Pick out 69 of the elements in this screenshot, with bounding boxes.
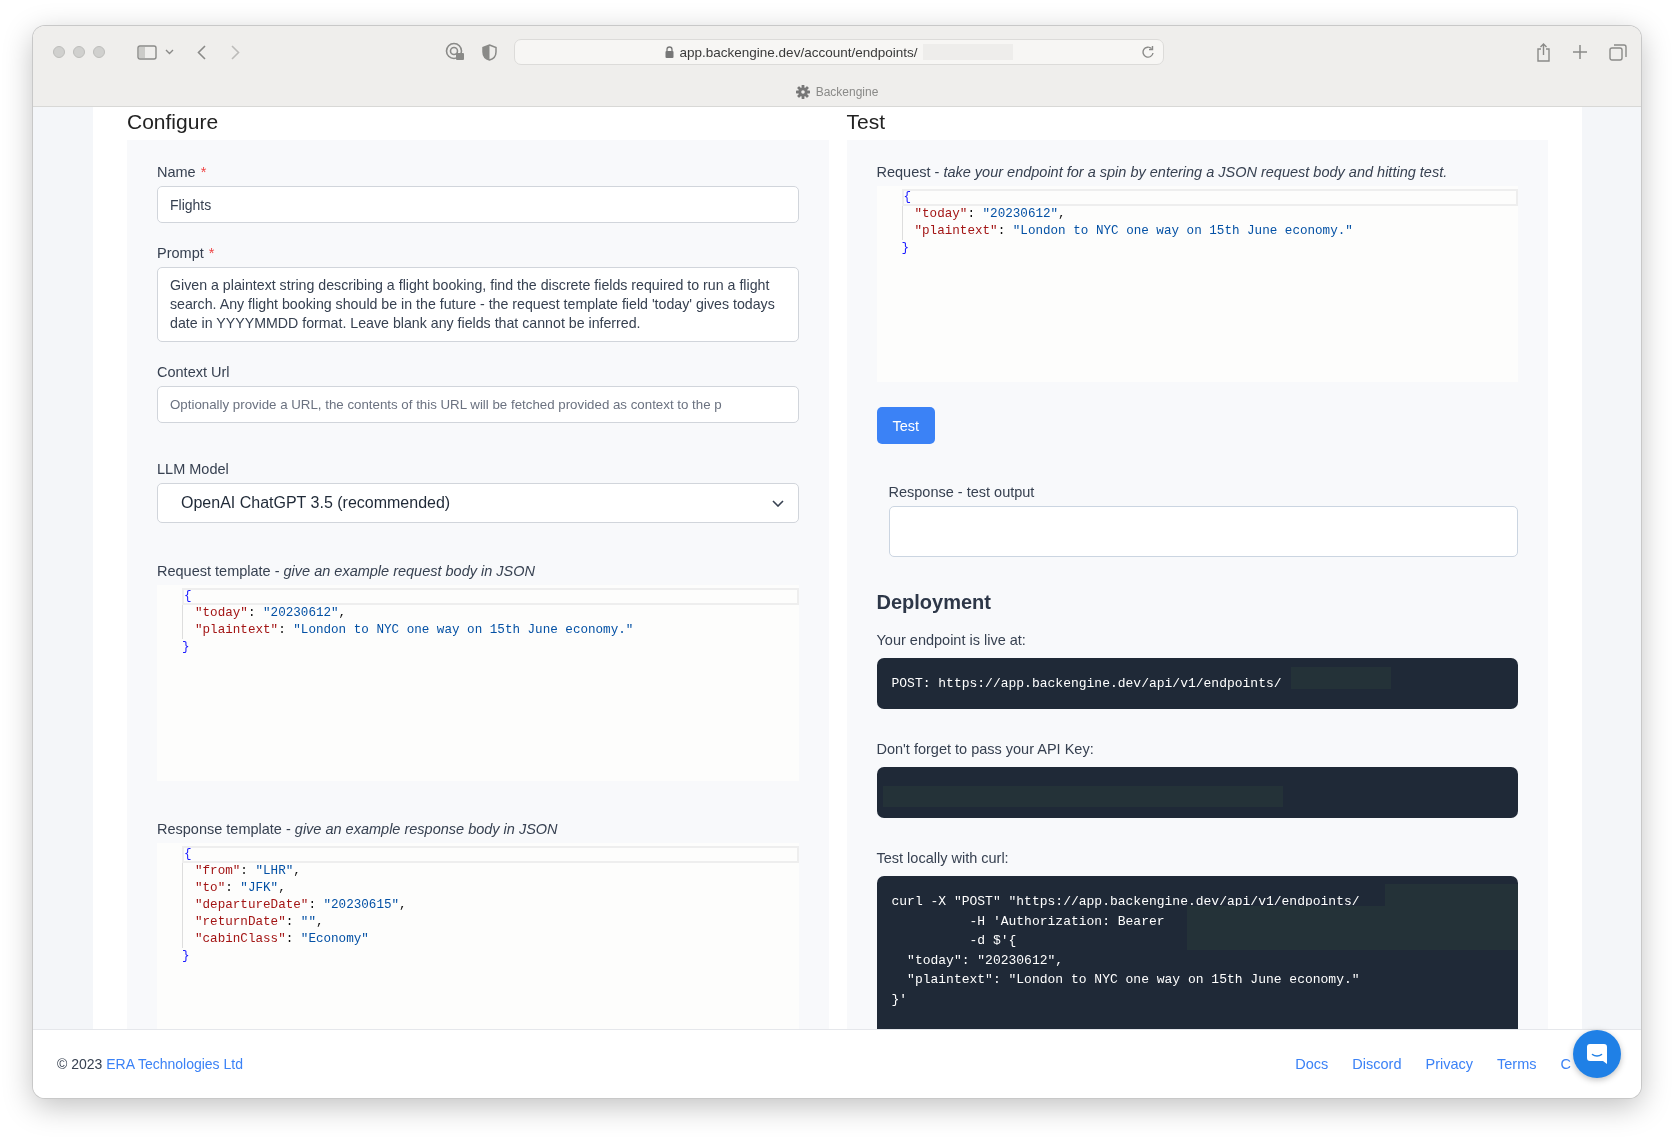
minimize-window-icon[interactable] [73,46,85,58]
code-editor[interactable]: { "today": "20230612", "plaintext": "London to NYC one way on 15th June economy." } [157,585,799,781]
chevron-down-icon [771,499,784,507]
code-line: -d $'{ [968,932,1017,950]
code-line: }' [891,990,908,1009]
response-output-field[interactable] [888,506,1518,557]
field-label: Don't forget to pass your API Key: [876,741,1095,757]
code-line: "plaintext": "London to NYC one way on 15th June economy." [906,971,1360,989]
footer-link[interactable]: Terms [1497,1056,1537,1072]
field-label: Prompt * [157,245,216,261]
section-heading: Deployment [876,591,992,614]
code-line: "today": "20230612", [182,605,799,622]
field-label: Name * [157,164,208,180]
footer-link[interactable]: Docs [1295,1056,1329,1072]
section-heading: Test [846,110,886,134]
shield-icon[interactable] [482,43,497,61]
field-label: Test locally with curl: [876,850,1010,866]
copyright-text: © 2023 ERA Technologies Ltd [57,1056,243,1072]
tabs-overview-icon[interactable] [1609,43,1627,61]
code-line: } [182,639,191,656]
code-line: } [182,948,191,965]
gear-icon [795,85,810,99]
field-label: Response template - give an example response body in JSON [157,821,559,837]
lock-icon [664,46,674,58]
context-url-field[interactable]: Optionally provide a URL, the contents of this URL will be fetched provided as context to the p [157,386,799,423]
footer-link[interactable]: C [1560,1056,1571,1072]
close-window-icon[interactable] [53,46,65,58]
zoom-window-icon[interactable] [93,46,105,58]
code-line: "from": "LHR", [182,863,799,880]
tab-title[interactable]: Backengine [815,85,879,99]
field-label: Request template - give an example request body in JSON [157,563,537,579]
code-line: } [901,240,911,257]
field-label: Context Url [157,364,231,380]
test-button[interactable]: Test [876,407,936,444]
section-heading: Configure [127,110,220,134]
prompt-field[interactable]: Given a plaintext string describing a flight booking, find the discrete fields required to run a flight search. Any flight booking should be in the future - the request template field 'today' gives todays date in YYYYMMDD format. Leave blank any fields that cannot be inferred. [157,267,799,342]
plus-icon[interactable] [1573,45,1587,59]
code-editor[interactable]: { "from": "LHR", "to": "JFK", "departureDate": "20230615", "returnDate": "", "cabinClass": "Economy" } [157,843,799,1029]
code-editor[interactable]: { "today": "20230612", "plaintext": "London to NYC one way on 15th June economy." } [876,186,1518,382]
code-line: "plaintext": "London to NYC one way on 15th June economy." [182,622,799,639]
chat-icon [1586,1043,1608,1065]
field-label: Request - take your endpoint for a spin by entering a JSON request body and hitting test. [876,164,1449,180]
company-link[interactable]: ERA Technologies Ltd [106,1056,243,1072]
privacy-report-icon[interactable] [445,42,465,62]
code-line: curl -X "POST" "https://app.backengine.dev/api/v1/endpoints/ [891,893,1360,911]
code-line: "cabinClass": "Economy" [182,931,799,948]
model-dropdown[interactable]: OpenAI ChatGPT 3.5 (recommended) [157,483,799,523]
endpoint-code-block: POST: https://app.backengine.dev/api/v1/endpoints/ [876,658,1518,709]
reload-icon[interactable] [1142,45,1155,59]
sidebar-icon[interactable] [137,44,157,60]
field-label: Your endpoint is live at: [876,632,1027,648]
code-line: -H 'Authorization: Bearer [968,912,1165,931]
footer-link[interactable]: Privacy [1425,1056,1474,1072]
field-label: LLM Model [157,461,230,477]
footer-link[interactable]: Discord [1352,1056,1402,1072]
code-line: "returnDate": "", [182,914,799,931]
share-icon[interactable] [1536,42,1551,62]
url-text: app.backengine.dev/account/endpoints/ [679,44,918,60]
code-line: "departureDate": "20230615", [182,897,799,914]
code-line: "today": "20230612", [906,951,1064,970]
chevron-down-icon[interactable] [165,49,174,55]
address-bar[interactable]: app.backengine.dev/account/endpoints/ [514,39,1164,65]
field-label: Response - test output [888,484,1036,500]
forward-icon[interactable] [231,44,240,60]
code-line: "plaintext": "London to NYC one way on 15th June economy." [901,223,1518,240]
code-line: "today": "20230612", [901,206,1518,223]
name-field[interactable]: Flights [157,186,799,223]
back-icon[interactable] [197,44,206,60]
code-line: "to": "JFK", [182,880,799,897]
